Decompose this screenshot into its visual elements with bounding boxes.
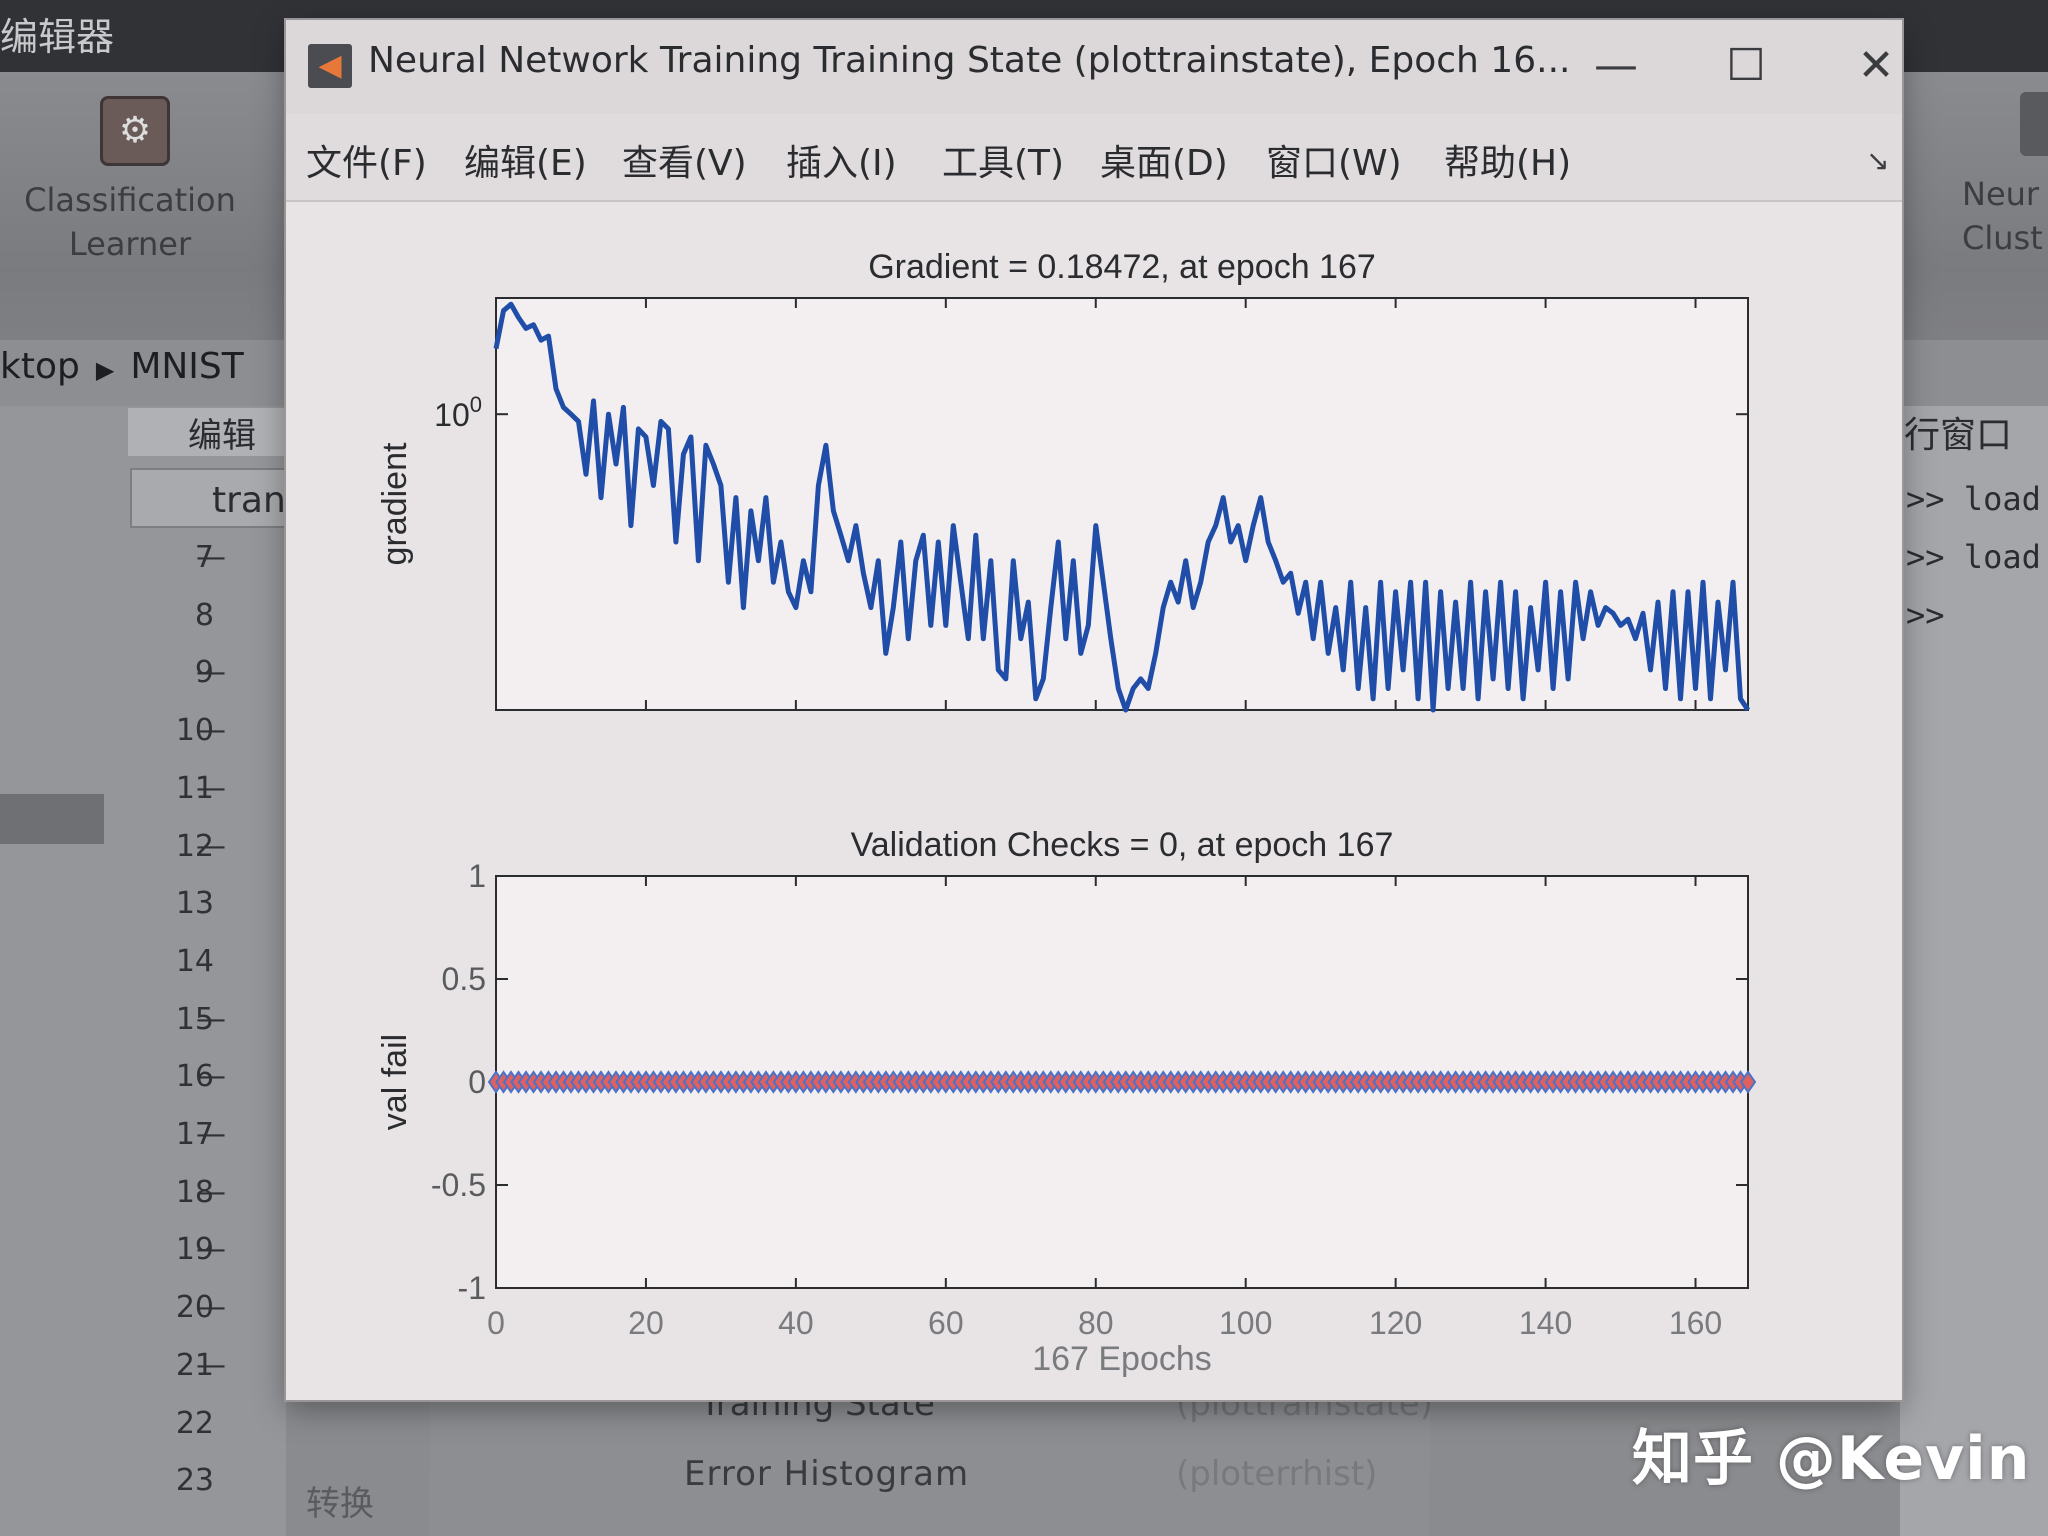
window-title: Neural Network Training Training State (… <box>368 40 1571 81</box>
menu-help[interactable]: 帮助(H) <box>1444 134 1571 186</box>
breakpoint-dash[interactable]: — <box>196 1002 226 1037</box>
menu-desktop[interactable]: 桌面(D) <box>1100 134 1228 186</box>
breakpoint-dash[interactable]: — <box>196 1059 226 1094</box>
breadcrumb-mnist[interactable]: MNIST <box>130 346 243 387</box>
minimize-button[interactable]: — <box>1576 34 1656 98</box>
editor-panel-title[interactable]: 编辑器 <box>128 408 288 505</box>
line-number[interactable]: 23 <box>130 1463 214 1498</box>
menu-bar: 文件(F) 编辑(E) 查看(V) 插入(I) 工具(T) 桌面(D) 窗口(W… <box>286 114 1902 202</box>
gradient-ylabel: gradient <box>376 442 414 565</box>
breakpoint-dash[interactable]: — <box>196 771 226 806</box>
ytick-base: 10 <box>434 397 470 433</box>
error-histogram-button[interactable]: Error Histogram <box>684 1454 969 1494</box>
gradient-plot-area <box>495 297 1749 711</box>
menu-view[interactable]: 查看(V) <box>622 134 747 186</box>
validation-ytick-label: 1 <box>468 858 486 894</box>
command-prompt[interactable]: >> <box>1906 596 1945 634</box>
menu-edit[interactable]: 编辑(E) <box>464 134 587 186</box>
file-browser-selection[interactable] <box>0 794 104 844</box>
breakpoint-dash[interactable]: — <box>196 829 226 864</box>
neural-clustering-label-2: Clust <box>1962 219 2043 257</box>
validation-title: Validation Checks = 0, at epoch 167 <box>851 826 1394 864</box>
breakpoint-dash[interactable]: — <box>196 1290 226 1325</box>
editor-tab-title[interactable]: 编辑器 <box>0 6 114 61</box>
classification-learner-button[interactable]: Classification Learner <box>20 178 240 266</box>
validation-xtick-label: 80 <box>1078 1305 1114 1341</box>
breakpoint-dash[interactable]: — <box>196 1232 226 1267</box>
breakpoint-dash[interactable]: — <box>196 540 226 575</box>
line-number[interactable]: 14 <box>130 944 214 979</box>
maximize-button[interactable]: ☐ <box>1706 34 1786 98</box>
breadcrumb[interactable]: ktop ▶ MNIST <box>0 346 244 387</box>
validation-xtick-label: 100 <box>1219 1305 1272 1341</box>
validation-ylabel: val fail <box>376 1034 414 1130</box>
zhihu-watermark: 知乎 @Kevin <box>1632 1424 2031 1494</box>
breadcrumb-arrow-icon: ▶ <box>95 356 115 384</box>
convert-label[interactable]: 转换 <box>306 1476 374 1525</box>
menu-file[interactable]: 文件(F) <box>306 134 427 186</box>
menu-window[interactable]: 窗口(W) <box>1266 134 1402 186</box>
gradient-title: Gradient = 0.18472, at epoch 167 <box>868 248 1376 286</box>
line-number-gutter: 7—8 9—10—11—12—13 14 15—16—17—18—19—20—21—2… <box>130 540 226 1536</box>
validation-ytick-label: -1 <box>458 1270 486 1306</box>
training-state-figure-window[interactable]: ◀ Neural Network Training Training State… <box>286 20 1902 1400</box>
validation-xtick-label: 120 <box>1369 1305 1422 1341</box>
breakpoint-dash[interactable]: — <box>196 1175 226 1210</box>
classification-learner-label-2: Learner <box>68 225 192 263</box>
command-window-title: 行窗口 <box>1904 415 2013 456</box>
validation-xtick-label: 60 <box>928 1305 964 1341</box>
breakpoint-dash[interactable]: — <box>196 655 226 690</box>
neural-clustering-icon[interactable] <box>2020 92 2048 156</box>
breakpoint-dash[interactable]: — <box>196 1117 226 1152</box>
training-state-plots: Gradient = 0.18472, at epoch 167 gradien… <box>376 248 1757 1378</box>
menu-insert[interactable]: 插入(I) <box>786 134 897 186</box>
command-line[interactable]: >> load <box>1906 538 2041 576</box>
breadcrumb-desktop[interactable]: ktop <box>0 346 80 387</box>
neural-clustering-label-1: Neur <box>1962 175 2040 213</box>
breakpoint-dash[interactable]: — <box>196 713 226 748</box>
figure-canvas: Gradient = 0.18472, at epoch 167 gradien… <box>286 202 1902 1400</box>
neural-clustering-button[interactable]: Neur Clust <box>1962 172 2043 260</box>
editor-file-tab[interactable]: tran <box>130 468 286 528</box>
validation-ytick-label: 0 <box>468 1064 486 1100</box>
matlab-figure-icon: ◀ <box>308 44 352 88</box>
validation-axes[interactable]: Validation Checks = 0, at epoch 167 val … <box>376 826 1757 1378</box>
validation-xtick-label: 140 <box>1519 1305 1572 1341</box>
validation-ytick-label: 0.5 <box>442 961 486 997</box>
line-number[interactable]: 22 <box>130 1406 214 1441</box>
validation-xtick-label: 0 <box>487 1305 505 1341</box>
window-title-bar[interactable]: ◀ Neural Network Training Training State… <box>286 20 1902 114</box>
command-line[interactable]: >> load <box>1906 480 2041 518</box>
menu-tools[interactable]: 工具(T) <box>942 134 1064 186</box>
validation-ytick-label: -0.5 <box>431 1167 486 1203</box>
undock-arrow-icon[interactable]: ↘ <box>1866 144 1889 177</box>
classification-learner-label-1: Classification <box>24 181 236 219</box>
gradient-ytick-label: 100 <box>434 392 482 433</box>
validation-xtick-label: 40 <box>778 1305 814 1341</box>
gradient-axes[interactable]: Gradient = 0.18472, at epoch 167 gradien… <box>376 248 1751 713</box>
ploterrhist-cell: (ploterrhist) <box>1176 1454 1378 1494</box>
validation-xlabel: 167 Epochs <box>1032 1340 1212 1378</box>
validation-xtick-label: 160 <box>1669 1305 1722 1341</box>
ytick-exponent: 0 <box>470 392 482 417</box>
classification-learner-icon[interactable]: ⚙ <box>100 96 170 166</box>
line-number[interactable]: 8 <box>130 598 214 633</box>
line-number[interactable]: 13 <box>130 886 214 921</box>
validation-xtick-label: 20 <box>628 1305 664 1341</box>
breakpoint-dash[interactable]: — <box>196 1348 226 1383</box>
close-button[interactable]: ✕ <box>1836 34 1916 98</box>
